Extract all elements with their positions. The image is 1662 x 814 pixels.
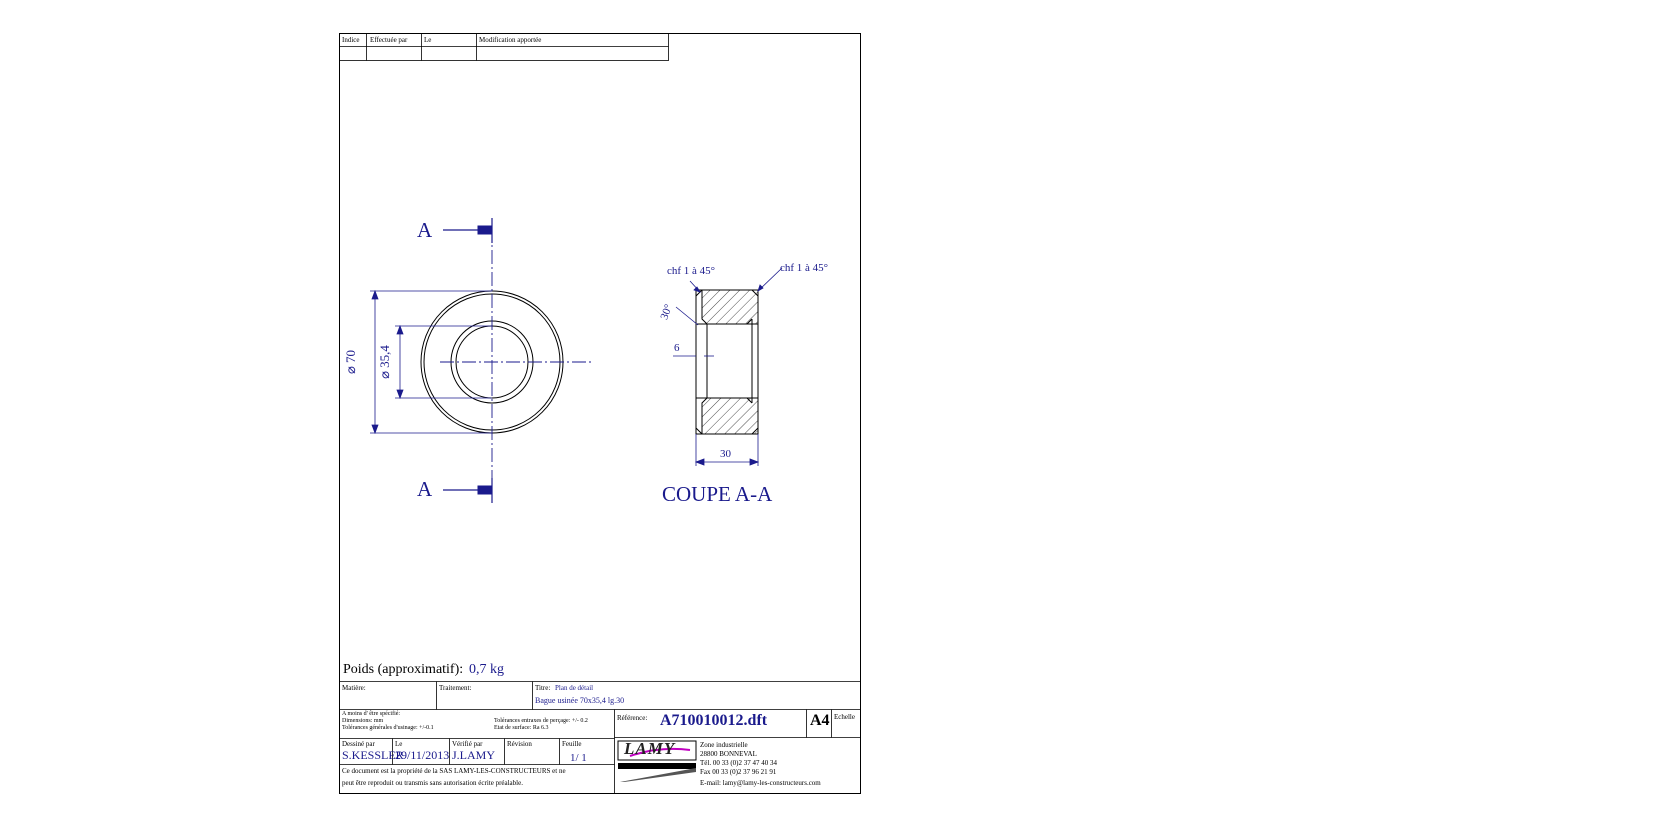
address-line2: 28800 BONNEVAL bbox=[700, 750, 757, 758]
format-value: A4 bbox=[810, 712, 830, 729]
tol-line1: Tolérances entraxes de perçage: +/- 0.2 bbox=[494, 718, 588, 724]
rev-header-effectuee: Effectuée par bbox=[370, 36, 408, 44]
titre-label: Titre: bbox=[535, 684, 551, 692]
drawing-sheet: Indice Effectuée par Le Modification app… bbox=[0, 0, 1662, 814]
verifie-label: Vérifié par bbox=[452, 740, 483, 748]
revision-label: Révision bbox=[507, 740, 532, 748]
rev-header-indice: Indice bbox=[342, 36, 360, 44]
address-line3: Tél. 00 33 (0)2 37 47 40 34 bbox=[700, 759, 777, 767]
reference-value: A710010012.dft bbox=[660, 712, 768, 729]
tol-line2: Etat de surface: Ra 6.3 bbox=[494, 725, 549, 731]
section-label-top: A bbox=[417, 218, 433, 242]
spec-line2: Dimensions: mm bbox=[342, 718, 384, 724]
le-label: Le bbox=[395, 740, 403, 748]
address-line4: Fax 00 33 (0)2 37 96 21 91 bbox=[700, 768, 777, 776]
spec-line1: A moins d' être spécifié: bbox=[342, 711, 401, 717]
weight-label: Poids (approximatif): bbox=[343, 662, 464, 677]
dim-label-diameter-70: ⌀ 70 bbox=[343, 349, 359, 375]
sheet-border bbox=[339, 33, 861, 794]
weight-value: 0,7 kg bbox=[469, 662, 504, 677]
section-top-ring bbox=[701, 289, 759, 325]
titre-value: Plan de détail bbox=[555, 684, 594, 692]
dim-label-diameter-35: ⌀ 35,4 bbox=[376, 345, 392, 379]
reference-label: Référence: bbox=[617, 714, 648, 722]
le-value: 29/11/2013 bbox=[395, 748, 450, 762]
copyright-line1: Ce document est la propriété de la SAS L… bbox=[342, 767, 566, 775]
section-bottom-ring bbox=[701, 397, 759, 435]
dessine-label: Dessiné par bbox=[342, 740, 375, 748]
matiere-label: Matière: bbox=[342, 684, 366, 692]
drawing-svg bbox=[339, 33, 861, 794]
section-title: COUPE A-A bbox=[662, 482, 773, 506]
section-label-bottom: A bbox=[417, 477, 433, 501]
section-view bbox=[695, 289, 759, 435]
front-centerlines bbox=[440, 228, 592, 500]
address-line1: Zone industrielle bbox=[700, 741, 748, 749]
copyright-line2: peut être reproduit ou transmis sans aut… bbox=[342, 779, 523, 787]
verifie-value: J.LAMY bbox=[452, 748, 496, 762]
lamy-logo-text: LAMY bbox=[624, 739, 676, 758]
chamfer-label-left: chf 1 à 45° bbox=[667, 265, 716, 277]
rev-header-le: Le bbox=[424, 36, 432, 44]
spec-line3: Tolérances générales d'usinage: +/-0.1 bbox=[342, 725, 434, 731]
feuille-value: 1/ 1 bbox=[570, 752, 587, 764]
rev-header-modification: Modification apportée bbox=[479, 36, 542, 44]
traitement-label: Traitement: bbox=[439, 684, 472, 692]
section-arrow-bottom bbox=[443, 478, 493, 503]
address-line5: E-mail: lamy@lamy-les-constructeurs.com bbox=[700, 779, 821, 787]
chamfer-label-right: chf 1 à 45° bbox=[780, 262, 829, 274]
section-arrow-top bbox=[443, 218, 493, 243]
titre-line2: Bague usinée 70x35,4 lg.30 bbox=[535, 696, 625, 705]
echelle-label: Echelle bbox=[834, 713, 855, 721]
dim-label-depth: 6 bbox=[674, 342, 680, 354]
dim-label-width: 30 bbox=[720, 448, 731, 460]
feuille-label: Feuille bbox=[562, 740, 582, 748]
